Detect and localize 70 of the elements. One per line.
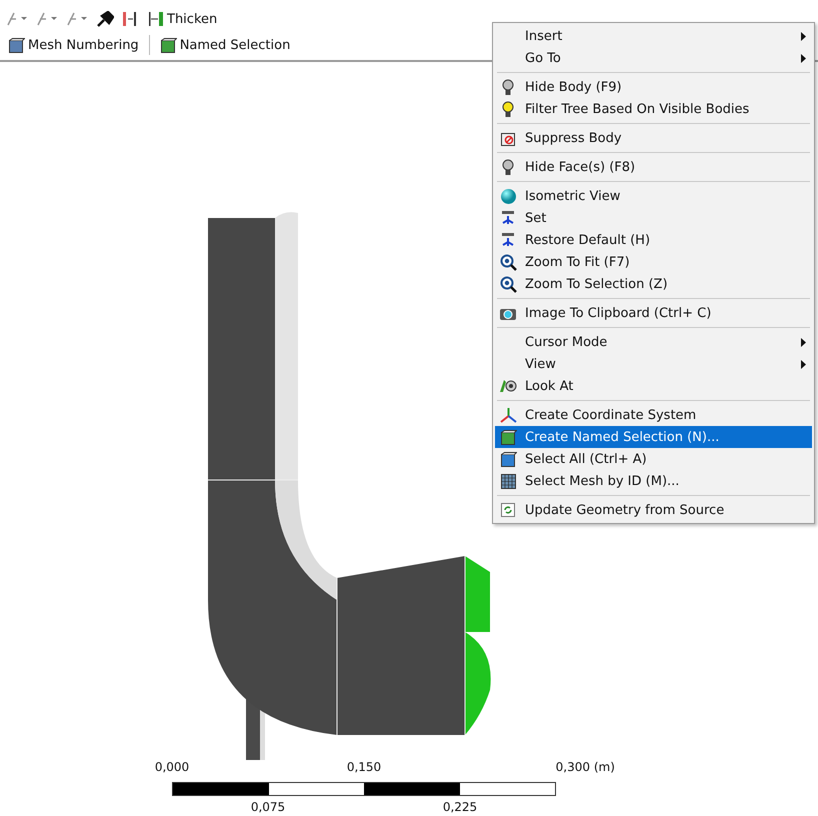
menu-item-label: Isometric View — [525, 188, 622, 204]
menu-item[interactable]: Zoom To Fit (F7) — [495, 251, 812, 273]
menu-item[interactable]: Update Geometry from Source — [495, 499, 812, 521]
thicken-button[interactable]: Thicken — [146, 9, 220, 29]
lightbulb-icon — [502, 78, 514, 96]
menu-item-label: Select All (Ctrl+ A) — [525, 452, 648, 466]
menu-item[interactable]: Suppress Body — [495, 127, 812, 149]
axes-icon — [500, 232, 516, 248]
menu-item[interactable]: Restore Default (H) — [495, 229, 812, 251]
menu-item[interactable]: Insert — [495, 25, 812, 47]
menu-item[interactable]: View — [495, 353, 812, 375]
menu-item-label: Suppress Body — [525, 130, 623, 146]
menu-item[interactable]: Hide Body (F9) — [495, 76, 812, 98]
menu-item[interactable]: Isometric View — [495, 185, 812, 207]
split-icon[interactable] — [122, 11, 138, 27]
dropdown-tool-icon[interactable] — [6, 11, 28, 27]
mesh-numbering-button[interactable]: Mesh Numbering — [6, 34, 141, 56]
zoom-icon — [500, 276, 516, 292]
axes-icon — [500, 210, 516, 226]
dropdown-tool-icon[interactable] — [36, 11, 58, 27]
axes-icon — [500, 406, 516, 424]
menu-item-label: View — [525, 356, 557, 372]
selection-icon — [160, 36, 177, 54]
menu-item[interactable]: Go To — [495, 47, 812, 69]
menu-item[interactable]: Cursor Mode — [495, 331, 812, 353]
menu-item[interactable]: Create Named Selection (N)... — [495, 426, 812, 448]
menu-item-label: Insert — [525, 28, 564, 44]
menu-item[interactable]: Zoom To Selection (Z) — [495, 273, 812, 295]
menu-item-label: Zoom To Selection (Z) — [525, 276, 669, 292]
grid-icon — [500, 472, 516, 490]
selection-icon — [500, 428, 516, 446]
eye-icon — [499, 378, 517, 394]
menu-item-label: Cursor Mode — [525, 334, 608, 350]
menu-item-label: Create Coordinate System — [525, 408, 698, 422]
sphere-icon — [500, 188, 516, 204]
menu-item-label: Go To — [525, 50, 562, 66]
scale-label: 0,225 — [442, 800, 478, 814]
scale-label: 0,300 (m) — [556, 760, 615, 774]
menu-item-label: Look At — [525, 378, 574, 394]
menu-item[interactable]: Image To Clipboard (Ctrl+ C) — [495, 302, 812, 324]
menu-item[interactable]: Select Mesh by ID (M)... — [495, 470, 812, 492]
cube-icon — [500, 450, 516, 468]
menu-item-label: Create Named Selection (N)... — [525, 430, 720, 444]
named-selection-button[interactable]: Named Selection — [158, 34, 292, 56]
thicken-icon — [148, 11, 164, 27]
pin-icon[interactable] — [96, 11, 114, 27]
dropdown-tool-icon[interactable] — [66, 11, 88, 27]
menu-item-label: Zoom To Fit (F7) — [525, 254, 631, 270]
menu-item[interactable]: Select All (Ctrl+ A) — [495, 448, 812, 470]
scale-label: 0,075 — [250, 800, 286, 814]
refresh-icon — [500, 502, 516, 518]
lightbulb-icon — [502, 100, 514, 118]
menu-item-label: Select Mesh by ID (M)... — [525, 474, 680, 488]
menu-item[interactable]: Hide Face(s) (F8) — [495, 156, 812, 178]
menu-item-label: Set — [525, 210, 548, 226]
cube-icon — [8, 36, 25, 54]
menu-item-label: Hide Body (F9) — [525, 80, 623, 94]
zoom-icon — [500, 254, 516, 270]
menu-item[interactable]: Set — [495, 207, 812, 229]
menu-item[interactable]: Create Coordinate System — [495, 404, 812, 426]
menu-item-label: Image To Clipboard (Ctrl+ C) — [525, 306, 712, 320]
lightbulb-icon — [502, 158, 514, 176]
menu-item[interactable]: Look At — [495, 375, 812, 397]
menu-item-label: Hide Face(s) (F8) — [525, 160, 636, 174]
menu-item-label: Filter Tree Based On Visible Bodies — [525, 102, 750, 116]
menu-item-label: Restore Default (H) — [525, 232, 652, 248]
menu-item[interactable]: Filter Tree Based On Visible Bodies — [495, 98, 812, 120]
scale-label: 0,000 — [154, 760, 190, 774]
menu-item-label: Update Geometry from Source — [525, 502, 726, 518]
scale-label: 0,150 — [346, 760, 382, 774]
